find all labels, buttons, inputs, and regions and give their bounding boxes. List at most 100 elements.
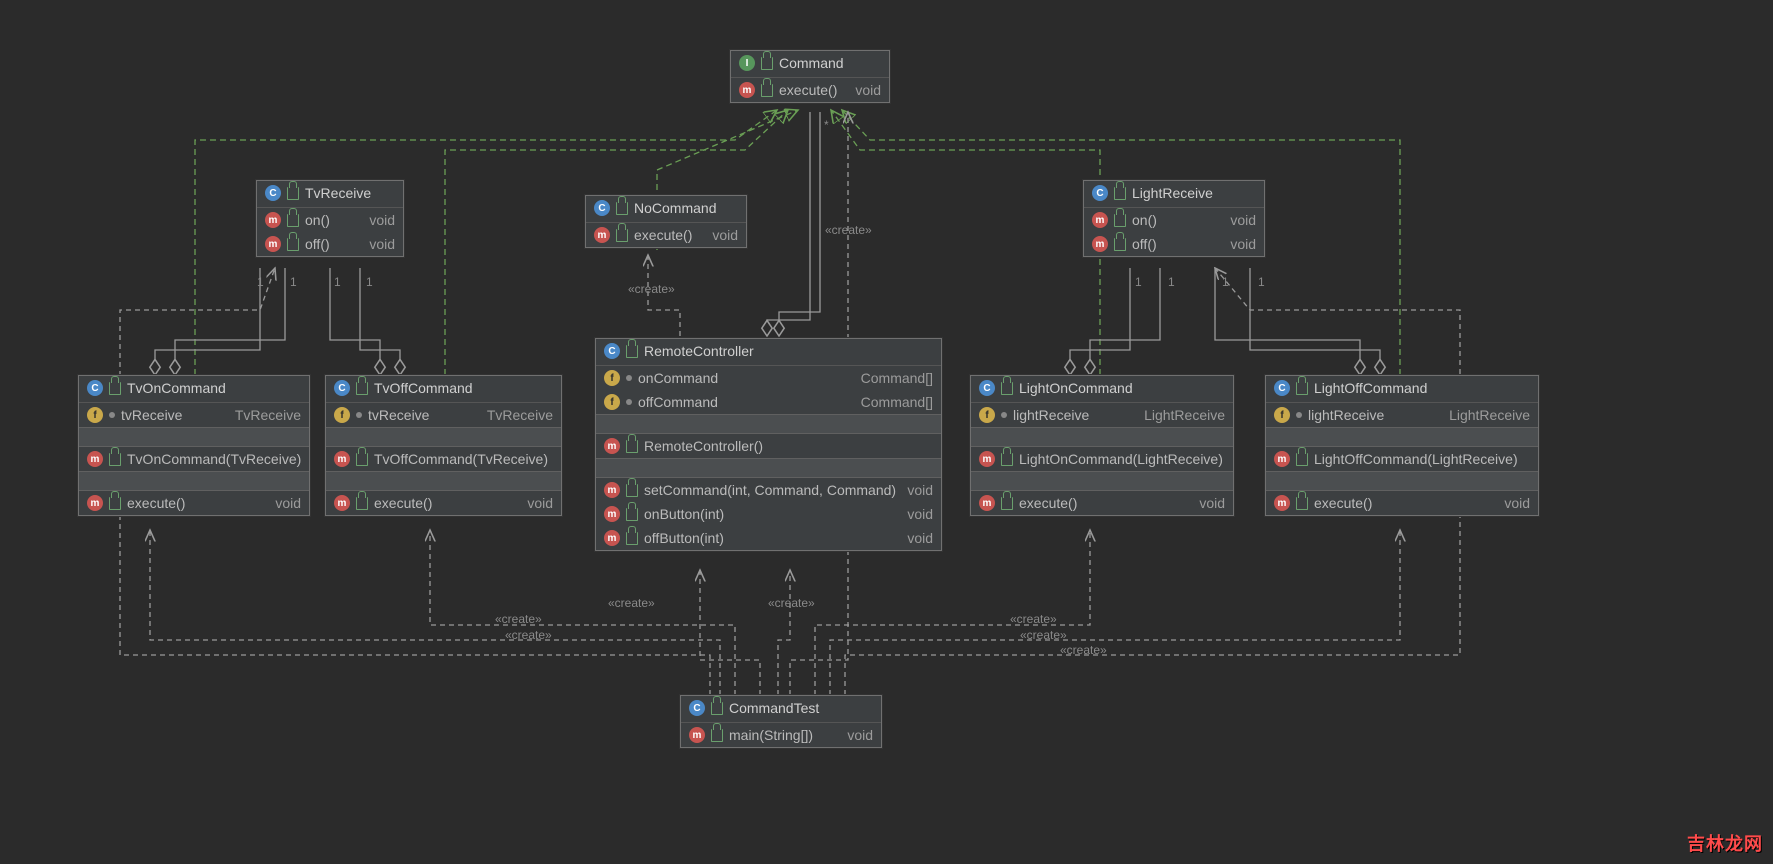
lock-icon: [1296, 382, 1308, 395]
create-label: «create»: [825, 223, 872, 237]
class-name: TvOffCommand: [374, 380, 473, 396]
create-label: «create»: [608, 596, 655, 610]
vis-icon: [626, 375, 632, 381]
class-name: CommandTest: [729, 700, 819, 716]
lock-icon: [626, 532, 638, 545]
multiplicity: 1: [1258, 275, 1265, 289]
member-row: ftvReceiveTvReceive: [326, 403, 561, 427]
member-row: moff()void: [1084, 232, 1264, 256]
class-name: Command: [779, 55, 844, 71]
class-command[interactable]: I Command mexecute()void: [730, 50, 890, 103]
lock-icon: [626, 345, 638, 358]
class-icon: C: [334, 380, 350, 396]
interface-icon: I: [739, 55, 755, 71]
class-tvoncommand[interactable]: CTvOnCommand ftvReceiveTvReceive mTvOnCo…: [78, 375, 310, 516]
member-row: mRemoteController(): [596, 434, 941, 458]
method-icon: m: [1092, 212, 1108, 228]
member-row: monButton(int)void: [596, 502, 941, 526]
class-icon: C: [1274, 380, 1290, 396]
lock-icon: [626, 508, 638, 521]
class-tvreceive[interactable]: CTvReceive mon()void moff()void: [256, 180, 404, 257]
member-row: flightReceiveLightReceive: [1266, 403, 1538, 427]
lock-icon: [711, 702, 723, 715]
member-row: mexecute()void: [731, 78, 889, 102]
lock-icon: [356, 382, 368, 395]
class-lightreceive[interactable]: CLightReceive mon()void moff()void: [1083, 180, 1265, 257]
method-icon: m: [265, 236, 281, 252]
method-icon: m: [604, 482, 620, 498]
member-row: mexecute()void: [326, 491, 561, 515]
member-row: mexecute()void: [586, 223, 746, 247]
section-divider: [596, 414, 941, 434]
class-name: LightOffCommand: [1314, 380, 1427, 396]
field-icon: f: [87, 407, 103, 423]
method-icon: m: [979, 495, 995, 511]
create-label: «create»: [505, 628, 552, 642]
lock-icon: [761, 57, 773, 70]
lock-icon: [356, 497, 368, 510]
lock-icon: [1114, 214, 1126, 227]
class-lightoffcommand[interactable]: C LightOffCommand flightReceiveLightRecei…: [1265, 375, 1539, 516]
method-icon: m: [594, 227, 610, 243]
lock-icon: [287, 214, 299, 227]
multiplicity: 1: [334, 275, 341, 289]
member-row: mTvOffCommand(TvReceive): [326, 447, 561, 471]
method-icon: m: [87, 495, 103, 511]
member-row: moff()void: [257, 232, 403, 256]
member-row: mexecute()void: [971, 491, 1233, 515]
method-icon: m: [604, 438, 620, 454]
member-row: fonCommandCommand[]: [596, 366, 941, 390]
lock-icon: [616, 229, 628, 242]
multiplicity: 1: [1222, 275, 1229, 289]
method-icon: m: [87, 451, 103, 467]
section-divider: [79, 427, 309, 447]
member-row: mexecute()void: [79, 491, 309, 515]
member-row: mon()void: [1084, 208, 1264, 232]
member-row: flightReceiveLightReceive: [971, 403, 1233, 427]
vis-icon: [1001, 412, 1007, 418]
class-icon: C: [604, 343, 620, 359]
member-row: mTvOnCommand(TvReceive): [79, 447, 309, 471]
member-row: mLightOnCommand(LightReceive): [971, 447, 1233, 471]
section-divider: [1266, 427, 1538, 447]
lock-icon: [1114, 238, 1126, 251]
lock-icon: [616, 202, 628, 215]
lock-icon: [711, 729, 723, 742]
method-icon: m: [1274, 451, 1290, 467]
class-name: LightOnCommand: [1019, 380, 1133, 396]
member-row: foffCommandCommand[]: [596, 390, 941, 414]
class-icon: C: [689, 700, 705, 716]
method-icon: m: [1092, 236, 1108, 252]
class-name: TvReceive: [305, 185, 371, 201]
vis-icon: [109, 412, 115, 418]
create-label: «create»: [628, 282, 675, 296]
create-label: «create»: [768, 596, 815, 610]
lock-icon: [1001, 497, 1013, 510]
member-row: mLightOffCommand(LightReceive): [1266, 447, 1538, 471]
method-icon: m: [689, 727, 705, 743]
lock-icon: [626, 484, 638, 497]
class-icon: C: [594, 200, 610, 216]
lock-icon: [1001, 382, 1013, 395]
class-icon: C: [87, 380, 103, 396]
field-icon: f: [1274, 407, 1290, 423]
member-row: mon()void: [257, 208, 403, 232]
lock-icon: [761, 84, 773, 97]
section-divider: [1266, 471, 1538, 491]
class-name: RemoteController: [644, 343, 754, 359]
lock-icon: [287, 238, 299, 251]
lock-icon: [109, 382, 121, 395]
class-tvoffcommand[interactable]: C TvOffCommand ftvReceiveTvReceive mTvOff…: [325, 375, 562, 516]
vis-icon: [626, 399, 632, 405]
lock-icon: [1296, 497, 1308, 510]
class-lightoncommand[interactable]: CLightOnCommand flightReceiveLightReceiv…: [970, 375, 1234, 516]
class-commandtest[interactable]: CCommandTest mmain(String[])void: [680, 695, 882, 748]
method-icon: m: [604, 530, 620, 546]
vis-icon: [1296, 412, 1302, 418]
field-icon: f: [334, 407, 350, 423]
create-label: «create»: [1060, 643, 1107, 657]
multiplicity: 1: [290, 275, 297, 289]
class-remotecontroller[interactable]: C RemoteController fonCommandCommand[] fo…: [595, 338, 942, 551]
class-nocommand[interactable]: CNoCommand mexecute()void: [585, 195, 747, 248]
method-icon: m: [334, 495, 350, 511]
